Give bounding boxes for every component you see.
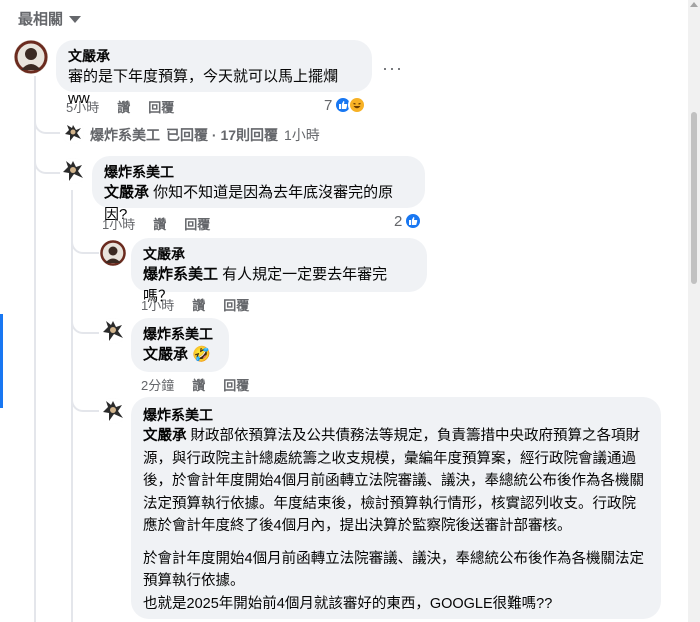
thread-connector <box>71 390 99 412</box>
haha-icon <box>348 96 367 114</box>
scrollbar-thumb[interactable] <box>691 112 697 284</box>
avatar[interactable] <box>60 158 86 184</box>
comment-author[interactable]: 文嚴承 <box>68 46 360 66</box>
reply-text: 文嚴承 🤣 <box>143 344 217 366</box>
reply-button[interactable]: 回覆 <box>223 295 249 314</box>
reply-bubble: 文嚴承 爆炸系美工 有人規定一定要去年審完嗎？ <box>131 238 427 305</box>
thread-connector <box>71 232 99 254</box>
more-options-icon[interactable]: ··· <box>382 58 403 79</box>
avatar[interactable] <box>62 122 84 144</box>
replies-author: 爆炸系美工 <box>90 127 160 143</box>
reply-time[interactable]: 1小時 <box>102 214 135 233</box>
scroll-up-icon[interactable] <box>690 2 698 7</box>
user-avatar-icon <box>100 240 126 266</box>
user-avatar-icon <box>62 122 84 144</box>
comment-meta: 5小時 讚 回覆 <box>66 97 174 116</box>
avatar[interactable] <box>100 318 126 344</box>
reply-author[interactable]: 爆炸系美工 <box>104 162 413 182</box>
thread-connector <box>34 112 60 134</box>
avatar[interactable] <box>100 398 126 424</box>
reaction-count: 2 <box>394 212 403 230</box>
reply-text: 文嚴承 財政部依預算法及公共債務法等規定，負責籌措中央政府預算之各項財源，與行政… <box>143 425 649 538</box>
comment-bubble: 文嚴承 審的是下年度預算，今天就可以馬上擺爛 ww <box>56 40 372 107</box>
rofl-emoji: 🤣 <box>192 346 211 363</box>
thread-connector <box>71 312 99 334</box>
reply-author[interactable]: 爆炸系美工 <box>143 324 217 344</box>
avatar[interactable] <box>14 40 48 74</box>
like-button[interactable]: 讚 <box>153 214 166 233</box>
reaction-summary[interactable]: 7 <box>324 96 367 114</box>
replies-time: 1小時 <box>284 127 320 143</box>
avatar[interactable] <box>100 240 126 266</box>
reply-author[interactable]: 爆炸系美工 <box>143 405 649 425</box>
reply-meta: 1小時 讚 回覆 <box>141 295 249 314</box>
reply-bubble: 爆炸系美工 文嚴承 🤣 <box>131 318 229 372</box>
reaction-summary[interactable]: 2 <box>394 212 423 230</box>
reaction-count: 7 <box>324 96 333 114</box>
reply-time[interactable]: 1小時 <box>141 295 174 314</box>
replies-text: 已回覆 · 17則回覆 <box>166 127 279 143</box>
reply-body: 於會計年度開始4個月前函轉立法院審議、議決，奉總統公布後作為各機關法定預算執行依… <box>143 550 645 590</box>
reply-time[interactable]: 2分鐘 <box>141 375 174 394</box>
comment-time[interactable]: 5小時 <box>66 97 99 116</box>
like-button[interactable]: 讚 <box>192 375 205 394</box>
user-avatar-icon <box>14 40 48 74</box>
thread-connector <box>34 150 60 174</box>
reply-bubble: 爆炸系美工 文嚴承 你知不知道是因為去年底沒審完的原因? <box>92 156 425 223</box>
scrollbar[interactable] <box>688 0 700 622</box>
reply-button[interactable]: 回覆 <box>184 214 210 233</box>
mention-link[interactable]: 爆炸系美工 <box>143 266 218 283</box>
reply-meta: 1小時 讚 回覆 <box>102 214 210 233</box>
sort-label: 最相關 <box>18 11 64 28</box>
user-avatar-icon <box>100 318 126 344</box>
reply-button[interactable]: 回覆 <box>223 375 249 394</box>
like-button[interactable]: 讚 <box>192 295 205 314</box>
mention-link[interactable]: 文嚴承 <box>143 346 188 363</box>
reply-text-quote: 於會計年度開始4個月前函轉立法院審議、議決，奉總統公布後作為各機關法定預算執行依… <box>143 548 649 616</box>
like-icon <box>404 212 423 230</box>
reply-author[interactable]: 文嚴承 <box>143 244 415 264</box>
mention-link[interactable]: 文嚴承 <box>143 428 187 444</box>
view-replies-link[interactable]: 爆炸系美工 已回覆 · 17則回覆 1小時 <box>90 125 320 145</box>
like-button[interactable]: 讚 <box>117 97 130 116</box>
user-avatar-icon <box>100 398 126 424</box>
user-avatar-icon <box>60 158 86 184</box>
chevron-down-icon <box>69 16 82 23</box>
reply-bubble: 爆炸系美工 文嚴承 財政部依預算法及公共債務法等規定，負責籌措中央政府預算之各項… <box>131 397 661 619</box>
mention-link[interactable]: 文嚴承 <box>104 184 149 201</box>
left-edge-indicator <box>0 314 3 408</box>
sort-dropdown[interactable]: 最相關 <box>18 8 82 29</box>
reply-meta: 2分鐘 讚 回覆 <box>141 375 249 394</box>
reply-body: 也就是2025年開始前4個月就該審好的東西，GOOGLE很難嗎?? <box>143 595 553 612</box>
reply-body: 財政部依預算法及公共債務法等規定，負責籌措中央政府預算之各項財源，與行政院主計總… <box>143 428 645 534</box>
reply-button[interactable]: 回覆 <box>148 97 174 116</box>
